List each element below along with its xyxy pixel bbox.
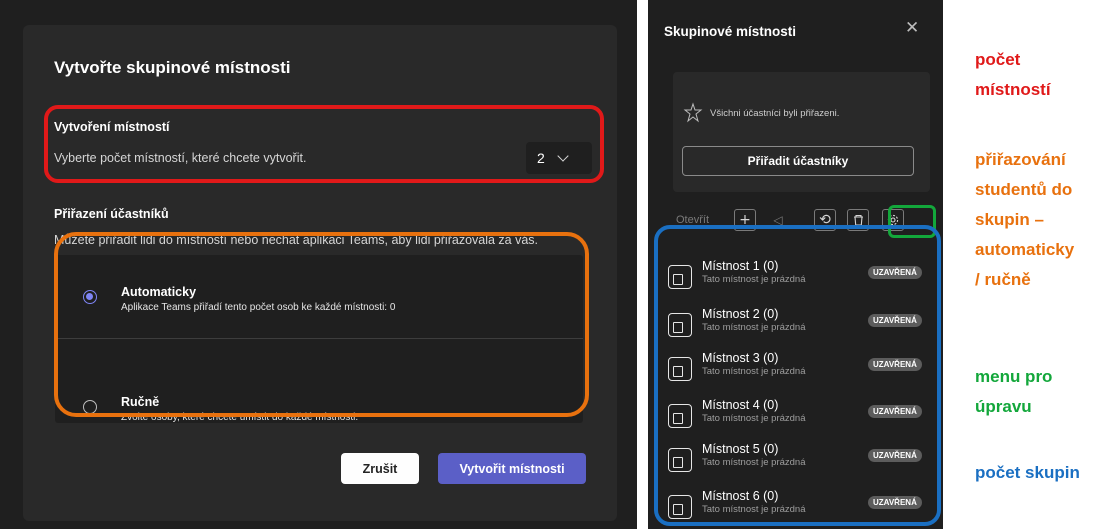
highlight-rooms-list	[654, 225, 941, 526]
dialog-title: Vytvořte skupinové místnosti	[54, 58, 291, 77]
annotation-assignment: přiřazování studentů do skupin – automat…	[975, 145, 1074, 295]
assign-section-heading: Přiřazení účastníků	[54, 207, 169, 221]
annotation-line: úpravu	[975, 397, 1032, 416]
annotation-line: skupin –	[975, 210, 1044, 229]
annotation-line: automaticky	[975, 240, 1075, 259]
close-icon[interactable]: ✕	[905, 18, 919, 38]
annotation-line: / ručně	[975, 270, 1031, 289]
annotation-line: místností	[975, 80, 1051, 99]
annotation-line: menu pro	[975, 367, 1053, 386]
annotation-line: počet skupin	[975, 463, 1080, 482]
create-rooms-button[interactable]: Vytvořit místnosti	[438, 453, 586, 484]
sparkle-icon	[683, 102, 703, 123]
assigned-message: Všichni účastníci byli přiřazeni.	[710, 108, 840, 119]
annotation-line: přiřazování	[975, 150, 1066, 169]
annotation-line: studentů do	[975, 180, 1073, 199]
assign-participants-button[interactable]: Přiřadit účastníky	[682, 146, 914, 176]
cancel-button[interactable]: Zrušit	[341, 453, 419, 484]
annotation-edit-menu: menu pro úpravu	[975, 362, 1052, 422]
highlight-assignment	[54, 232, 589, 417]
panel-title: Skupinové místnosti	[664, 24, 797, 39]
highlight-room-count	[44, 105, 604, 183]
annotation-line: počet	[975, 50, 1021, 69]
assign-participants-box: Všichni účastníci byli přiřazeni. Přiřad…	[673, 72, 930, 192]
annotation-room-count: počet místností	[975, 45, 1051, 105]
annotation-group-count: počet skupin	[975, 458, 1080, 488]
